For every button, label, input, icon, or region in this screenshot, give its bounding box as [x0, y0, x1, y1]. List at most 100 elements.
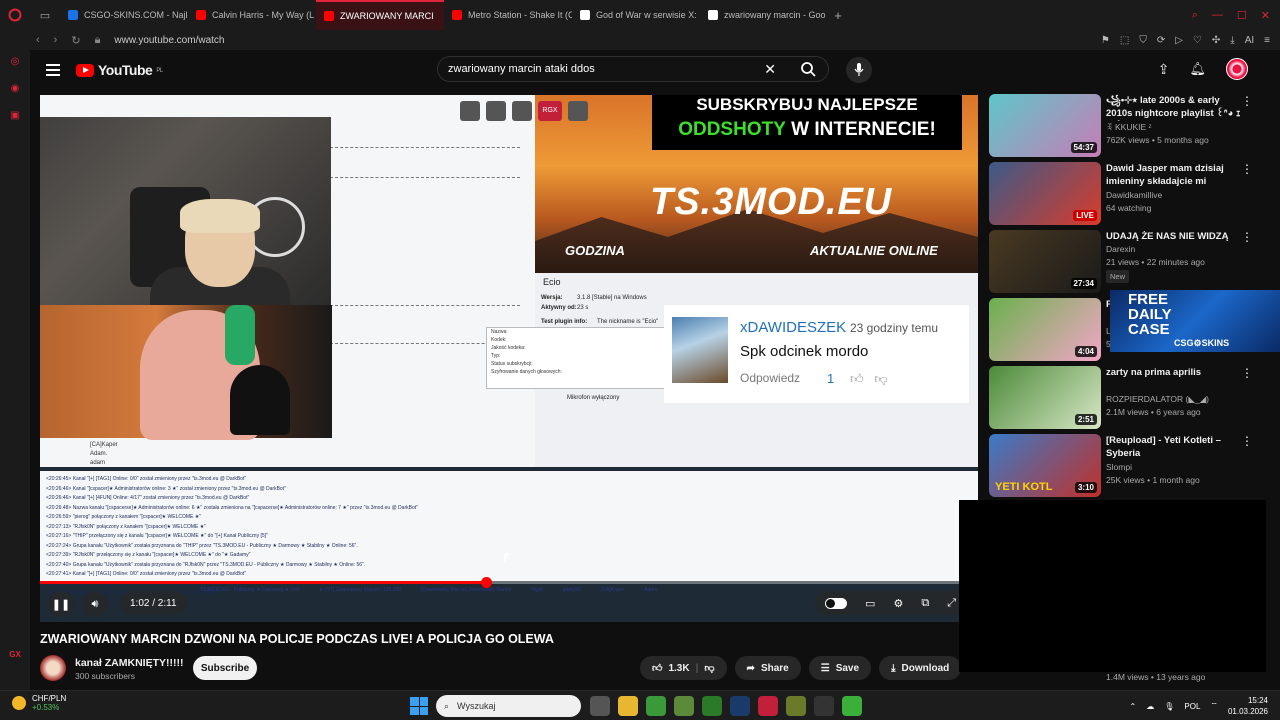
browser-tab[interactable]: ZWARIOWANY MARCI [316, 0, 444, 30]
browser-tab[interactable]: Calvin Harris - My Way (L [188, 0, 316, 30]
subtitles-icon[interactable]: ▭ [865, 597, 875, 610]
reload-icon[interactable]: ↻ [71, 34, 80, 47]
recommendation-channel[interactable]: Darexin [1106, 244, 1135, 254]
recommendation-thumbnail[interactable]: 4:04 [989, 298, 1101, 361]
browser-tab[interactable]: God of War w serwisie X: [572, 0, 700, 30]
recommendation-item[interactable]: 2:51 zarty na prima aprilis ROZPIERDALATOR… [989, 366, 1269, 434]
channel-avatar[interactable] [40, 655, 66, 681]
clear-search-icon[interactable]: ✕ [764, 61, 776, 78]
shield-icon[interactable]: ⛉ [1139, 35, 1147, 46]
hamburger-icon[interactable] [46, 64, 60, 76]
puzzle-icon[interactable]: ✣ [1212, 35, 1220, 46]
bookmark-icon[interactable]: ⚑ [1101, 35, 1110, 46]
autoplay-toggle[interactable] [825, 597, 848, 609]
subscribe-button[interactable]: Subscribe [193, 656, 257, 680]
snapshot-icon[interactable]: ⬚ [1120, 35, 1129, 46]
recommendation-item[interactable]: 27:34 UDAJĄ ŻE NAS NIE WIDZĄ Darexin 21 vie… [989, 230, 1269, 298]
start-button[interactable] [410, 697, 428, 715]
recommendation-title[interactable]: UDAJĄ ŻE NAS NIE WIDZĄ [1106, 230, 1246, 243]
share-button[interactable]: ➦ Share [734, 656, 801, 680]
steam-icon[interactable] [730, 696, 750, 716]
opera-menu-icon[interactable] [0, 8, 30, 22]
thumbs-down-icon[interactable]: 👎︎ [704, 662, 714, 674]
search-tabs-icon[interactable]: ⌕ [1192, 9, 1198, 22]
recommendation-item[interactable]: LIVE Dawid Jasper mam dzisiaj imieniny sk… [989, 162, 1269, 230]
heart-icon[interactable]: ♡ [1193, 35, 1202, 46]
channel-name[interactable]: kanał ZAMKNIĘTY!!!!! [75, 657, 184, 669]
file-explorer-icon[interactable] [618, 696, 638, 716]
recommendation-thumbnail[interactable]: 27:34 [989, 230, 1101, 293]
recommendation-title[interactable]: [Reupload] - Yeti Kotleti – Syberia [1106, 434, 1246, 460]
more-options-icon[interactable]: ⋮ [1241, 94, 1253, 108]
recommendation-channel[interactable]: Dawidkamillive [1106, 190, 1162, 200]
gx-control-icon[interactable]: ◎ [11, 56, 20, 67]
browser-tab[interactable]: zwariowany marcin - Goo [700, 0, 828, 30]
search-button[interactable] [788, 57, 828, 81]
settings-gear-icon[interactable]: ⚙ [893, 597, 903, 610]
gx-corner-icon[interactable]: ◉ [11, 83, 20, 94]
forward-icon[interactable]: › [54, 34, 58, 47]
task-view-icon[interactable] [590, 696, 610, 716]
more-options-icon[interactable]: ⋮ [1241, 434, 1253, 448]
upload-icon[interactable]: ⇪ [1158, 61, 1170, 78]
youtube-logo[interactable]: YouTube PL [76, 62, 163, 78]
recommendation-channel[interactable]: Slompi [1106, 462, 1132, 472]
tray-wifi-icon[interactable]: ⌔ [1210, 701, 1218, 711]
more-options-icon[interactable]: ⋮ [1241, 366, 1253, 380]
more-options-icon[interactable]: ⋮ [1241, 230, 1253, 244]
recommendation-item[interactable]: 54:37 ꧁•⊹٭ late 2000s & early 2010s night… [989, 94, 1269, 162]
recommendation-title[interactable]: Dawid Jasper mam dzisiaj imieniny składa… [1106, 162, 1246, 189]
like-button[interactable]: 👍︎ 1.3K | 👎︎ [640, 656, 727, 680]
maximize-button[interactable]: ☐ [1237, 9, 1247, 22]
notifications-bell-icon[interactable]: 🔔︎ [1189, 61, 1206, 77]
tab-overview-icon[interactable]: ▭ [30, 9, 60, 22]
play-icon[interactable]: ▷ [1175, 35, 1183, 46]
twitch-icon[interactable]: ▣ [10, 110, 19, 121]
recommendation-channel[interactable]: ꉂ KKUKIE ᶻ [1106, 122, 1152, 133]
pause-button[interactable]: ❚❚ [48, 591, 74, 617]
recommendation-title[interactable]: zarty na prima aprilis [1106, 366, 1246, 379]
ai-icon[interactable]: AI [1245, 35, 1254, 46]
more-options-icon[interactable]: ⋮ [1241, 162, 1253, 176]
recommendation-item[interactable]: YETI KOTL 3:10 [Reupload] - Yeti Kotleti –… [989, 434, 1269, 502]
app-icon-discord[interactable] [814, 696, 834, 716]
opera-gx-icon[interactable] [758, 696, 778, 716]
download-button[interactable]: ⤓ Download [879, 656, 962, 680]
progress-bar[interactable] [40, 577, 978, 588]
taskbar-search[interactable]: ⌕ Wyszukaj [436, 695, 581, 717]
browser-tab[interactable]: CSGO-SKINS.COM - Najle [60, 0, 188, 30]
tray-mic-icon[interactable]: 🎙︎ [1164, 702, 1174, 711]
recommendation-thumbnail[interactable]: LIVE [989, 162, 1101, 225]
url-field[interactable]: www.youtube.com/watch [114, 35, 224, 46]
progress-scrubber[interactable] [480, 577, 492, 588]
tray-chevron-icon[interactable]: ⌃ [1130, 702, 1137, 711]
fullscreen-icon[interactable]: ⤢ [947, 597, 956, 610]
recommendation-thumbnail[interactable]: 2:51 [989, 366, 1101, 429]
recommendation-channel[interactable]: ROZPIERDALATOR (◣_◢) [1106, 394, 1209, 405]
search-input[interactable]: zwariowany marcin ataki ddos [448, 63, 595, 75]
menu-icon[interactable]: ≡ [1264, 35, 1270, 46]
search-box[interactable]: zwariowany marcin ataki ddos ✕ [437, 56, 829, 82]
recommendation-title[interactable]: ꧁•⊹٭ late 2000s & early 2010s nightcore … [1106, 94, 1246, 121]
tray-cloud-icon[interactable]: ☁ [1146, 702, 1154, 711]
new-tab-button[interactable]: + [828, 8, 848, 23]
vpn-icon[interactable]: ⟳ [1157, 35, 1165, 46]
volume-button[interactable]: 🔊︎ [82, 591, 108, 617]
recommendation-thumbnail[interactable]: 54:37 [989, 94, 1101, 157]
miniplayer-icon[interactable]: ⧉ [921, 597, 929, 610]
recommendation-thumbnail[interactable]: YETI KOTL 3:10 [989, 434, 1101, 497]
voice-search-button[interactable] [846, 57, 872, 83]
video-player[interactable]: TS.3MOD.EU GODZINA AKTUALNIE ONLINE SUBS… [40, 95, 978, 622]
back-icon[interactable]: ‹ [36, 34, 40, 47]
close-window-button[interactable]: ✕ [1261, 9, 1270, 22]
app-icon-cube[interactable] [842, 696, 862, 716]
download-icon[interactable]: ⤓ [1230, 35, 1234, 46]
stock-widget[interactable]: CHF/PLN +0.53% [12, 694, 66, 712]
language-indicator[interactable]: POL [1184, 702, 1200, 711]
browser-tab[interactable]: Metro Station - Shake It (C [444, 0, 572, 30]
free-daily-case-ad[interactable]: FREE DAILY CASE CSG⚙SKINS [1110, 290, 1280, 352]
minimize-button[interactable]: — [1212, 9, 1223, 21]
clock[interactable]: 15:24 01.03.2026 [1228, 695, 1268, 717]
excel-icon[interactable] [702, 696, 722, 716]
account-avatar[interactable] [1226, 58, 1248, 80]
